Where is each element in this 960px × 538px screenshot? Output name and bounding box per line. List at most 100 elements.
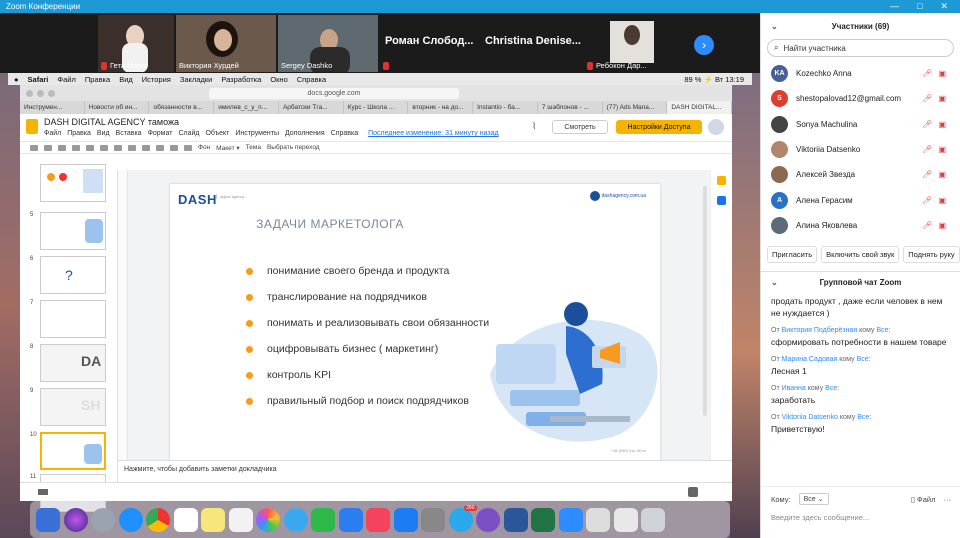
sender-link[interactable]: Марина Садовая bbox=[782, 356, 838, 363]
zoom-icon[interactable] bbox=[558, 507, 583, 532]
messages-icon[interactable] bbox=[283, 507, 308, 532]
menu-slide[interactable]: Слайд bbox=[178, 130, 199, 137]
recipient-link[interactable]: Все bbox=[857, 414, 869, 421]
menu-insert[interactable]: Вставка bbox=[116, 130, 142, 137]
slide-thumbnail[interactable]: 7 bbox=[26, 300, 114, 342]
siri-icon[interactable] bbox=[63, 507, 88, 532]
slide-thumbnail[interactable]: 9 SH bbox=[26, 388, 114, 430]
telegram-icon[interactable]: 280 bbox=[448, 504, 477, 532]
menu-addons[interactable]: Дополнения bbox=[285, 130, 325, 137]
slide-thumbnail[interactable]: 5 bbox=[26, 212, 114, 254]
comment-icon[interactable] bbox=[184, 144, 192, 151]
tasks-icon[interactable] bbox=[717, 196, 726, 205]
add-icon[interactable] bbox=[30, 144, 38, 151]
safari-icon[interactable] bbox=[118, 507, 143, 532]
calendar-icon[interactable] bbox=[173, 507, 198, 532]
avatar[interactable] bbox=[708, 119, 724, 135]
participant-row[interactable]: Алексей Звезда 🎤︎ ▣ bbox=[761, 162, 960, 187]
textbox-icon[interactable] bbox=[128, 144, 136, 151]
menu-view[interactable]: Вид bbox=[119, 75, 133, 84]
vertical-scrollbar[interactable] bbox=[703, 186, 707, 416]
video-tile[interactable]: Ребокон Дар... bbox=[584, 15, 684, 72]
browser-tab[interactable]: Курс - Школа ... bbox=[344, 101, 409, 114]
background-button[interactable]: Фон bbox=[198, 144, 210, 151]
menu-window[interactable]: Окно bbox=[270, 75, 287, 84]
browser-tab[interactable]: (77) Ads Mana... bbox=[603, 101, 668, 114]
paint-format-icon[interactable] bbox=[86, 144, 94, 151]
slide-thumbnail[interactable]: 6 ? bbox=[26, 256, 114, 298]
undo-icon[interactable] bbox=[44, 144, 52, 151]
slide-thumbnail[interactable] bbox=[26, 164, 114, 206]
menu-view[interactable]: Вид bbox=[97, 130, 110, 137]
browser-tab-active[interactable]: DASH DIGITAL... bbox=[667, 101, 733, 114]
video-tile[interactable]: Sergey Dashko bbox=[278, 15, 378, 72]
menu-file[interactable]: Файл bbox=[57, 75, 75, 84]
menu-format[interactable]: Формат bbox=[148, 130, 173, 137]
participant-row[interactable]: KA Kozechko Anna 🎤︎ ▣ bbox=[761, 61, 960, 86]
participant-row[interactable]: S shestopalovad12@gmail.com 🎤︎ ▣ bbox=[761, 86, 960, 111]
browser-tab[interactable]: вторник - на до... bbox=[408, 101, 474, 114]
viber-icon[interactable] bbox=[476, 507, 500, 532]
downloads-icon[interactable] bbox=[613, 507, 638, 532]
menu-help[interactable]: Справка bbox=[297, 75, 326, 84]
music-icon[interactable] bbox=[366, 507, 390, 532]
raise-hand-button[interactable]: Поднять руку bbox=[903, 246, 960, 264]
sender-link[interactable]: Виктория Подберёзная bbox=[782, 327, 858, 334]
traffic-light-close[interactable] bbox=[26, 89, 33, 97]
menu-tools[interactable]: Инструменты bbox=[235, 130, 279, 137]
recipient-select[interactable]: Все ⌄ bbox=[798, 493, 829, 505]
speaker-notes[interactable]: Нажмите, чтобы добавить заметки докладчи… bbox=[118, 460, 732, 482]
activity-trend-icon[interactable]: ⌇ bbox=[532, 121, 536, 132]
chat-message-input[interactable]: Введите здесь сообщение... bbox=[761, 511, 960, 524]
menu-edit[interactable]: Правка bbox=[67, 130, 91, 137]
browser-tab[interactable]: 7 шаблонов - ... bbox=[538, 101, 603, 114]
address-bar[interactable]: docs.google.com bbox=[209, 87, 459, 99]
more-options-icon[interactable]: ··· bbox=[944, 495, 952, 504]
share-button[interactable]: Настройки Доступа bbox=[616, 120, 702, 134]
excel-icon[interactable] bbox=[531, 507, 555, 532]
menu-file[interactable]: Файл bbox=[44, 130, 61, 137]
traffic-light-minimize[interactable] bbox=[37, 89, 44, 97]
next-page-arrow-icon[interactable]: › bbox=[694, 35, 714, 55]
file-button[interactable]: ▯ Файл bbox=[911, 495, 936, 504]
cursor-icon[interactable] bbox=[114, 144, 122, 151]
image-icon[interactable] bbox=[142, 144, 150, 151]
video-tile[interactable]: Роман Слобод... bbox=[380, 15, 480, 72]
zoom-icon[interactable] bbox=[100, 144, 108, 151]
word-icon[interactable] bbox=[503, 507, 528, 532]
last-edit-link[interactable]: Последнее изменение: 31 минуту назад bbox=[368, 130, 499, 137]
sender-link[interactable]: Иванна bbox=[782, 385, 806, 392]
video-tile[interactable]: Christina Denise... bbox=[482, 15, 582, 72]
close-button[interactable]: ✕ bbox=[940, 1, 948, 12]
finder-icon[interactable] bbox=[36, 507, 60, 532]
video-tile[interactable]: Гета Марія bbox=[98, 15, 174, 72]
maximize-button[interactable]: □ bbox=[917, 1, 922, 12]
trash-icon[interactable] bbox=[641, 507, 665, 532]
collapse-chevron-icon[interactable]: ⌄ bbox=[771, 22, 778, 31]
slides-logo-icon[interactable] bbox=[26, 119, 38, 134]
participant-row[interactable]: Sonya Machulina 🎤︎ ▣ bbox=[761, 112, 960, 137]
minimize-button[interactable]: — bbox=[890, 1, 899, 12]
print-icon[interactable] bbox=[72, 144, 80, 151]
participant-row[interactable]: Viktoriia Datsenko 🎤︎ ▣ bbox=[761, 137, 960, 162]
unmute-self-button[interactable]: Включить свой звук bbox=[821, 246, 900, 264]
launchpad-icon[interactable] bbox=[91, 507, 115, 532]
facetime-icon[interactable] bbox=[311, 507, 335, 532]
menu-safari[interactable]: Safari bbox=[28, 75, 49, 84]
menu-bookmarks[interactable]: Закладки bbox=[180, 75, 212, 84]
recipient-link[interactable]: Все bbox=[825, 385, 837, 392]
keep-icon[interactable] bbox=[717, 176, 726, 185]
browser-tab[interactable]: Инструмен... bbox=[20, 101, 85, 114]
browser-tab[interactable]: имилев_с_у_п... bbox=[214, 101, 279, 114]
participant-search-input[interactable]: ⌕ Найти участника bbox=[767, 39, 954, 57]
explore-icon[interactable] bbox=[688, 487, 698, 497]
browser-tab[interactable]: Новости об ин... bbox=[85, 101, 150, 114]
menu-develop[interactable]: Разработка bbox=[221, 75, 261, 84]
menu-edit[interactable]: Правка bbox=[85, 75, 110, 84]
preview-icon[interactable] bbox=[586, 507, 610, 532]
browser-tab[interactable]: Instantio - ба... bbox=[473, 101, 538, 114]
reminders-icon[interactable] bbox=[228, 507, 253, 532]
chrome-icon[interactable] bbox=[146, 507, 170, 532]
photos-icon[interactable] bbox=[256, 507, 280, 532]
slide-canvas[interactable]: DASH digital agency dashagency.com.ua ЗА… bbox=[170, 184, 660, 460]
